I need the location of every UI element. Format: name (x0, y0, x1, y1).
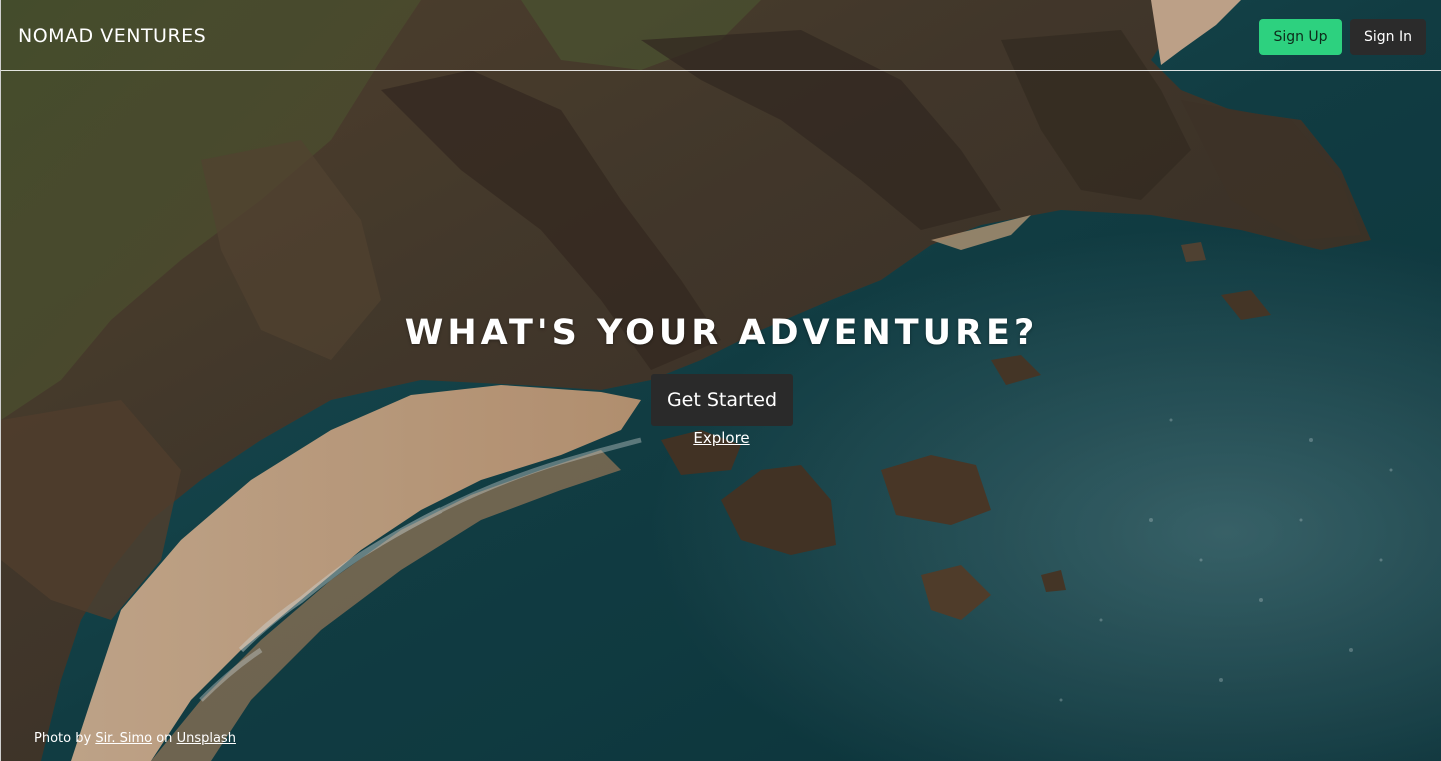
explore-link-container: Explore (1, 429, 1441, 447)
brand-logo-text[interactable]: NOMAD VENTURES (18, 25, 206, 47)
credit-middle: on (156, 731, 173, 746)
landing-page: NOMAD VENTURES Sign Up Sign In WHAT'S YO… (0, 0, 1441, 761)
photo-credit: Photo by Sir. Simo on Unsplash (34, 731, 236, 746)
sign-in-button[interactable]: Sign In (1350, 19, 1426, 55)
unsplash-link[interactable]: Unsplash (177, 731, 236, 746)
sign-up-button[interactable]: Sign Up (1259, 19, 1342, 55)
get-started-button[interactable]: Get Started (651, 374, 793, 426)
explore-link[interactable]: Explore (693, 429, 749, 447)
credit-prefix: Photo by (34, 731, 92, 746)
top-navbar: NOMAD VENTURES Sign Up Sign In (1, 0, 1441, 71)
photographer-link[interactable]: Sir. Simo (95, 731, 152, 746)
hero-heading: WHAT'S YOUR ADVENTURE? (404, 313, 1039, 353)
